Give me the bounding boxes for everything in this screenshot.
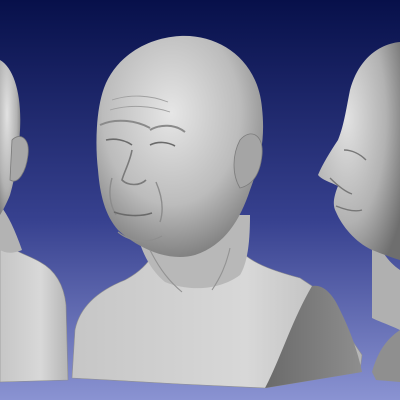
3d-viewport[interactable]: [0, 0, 400, 400]
viewport-canvas: [0, 0, 400, 400]
